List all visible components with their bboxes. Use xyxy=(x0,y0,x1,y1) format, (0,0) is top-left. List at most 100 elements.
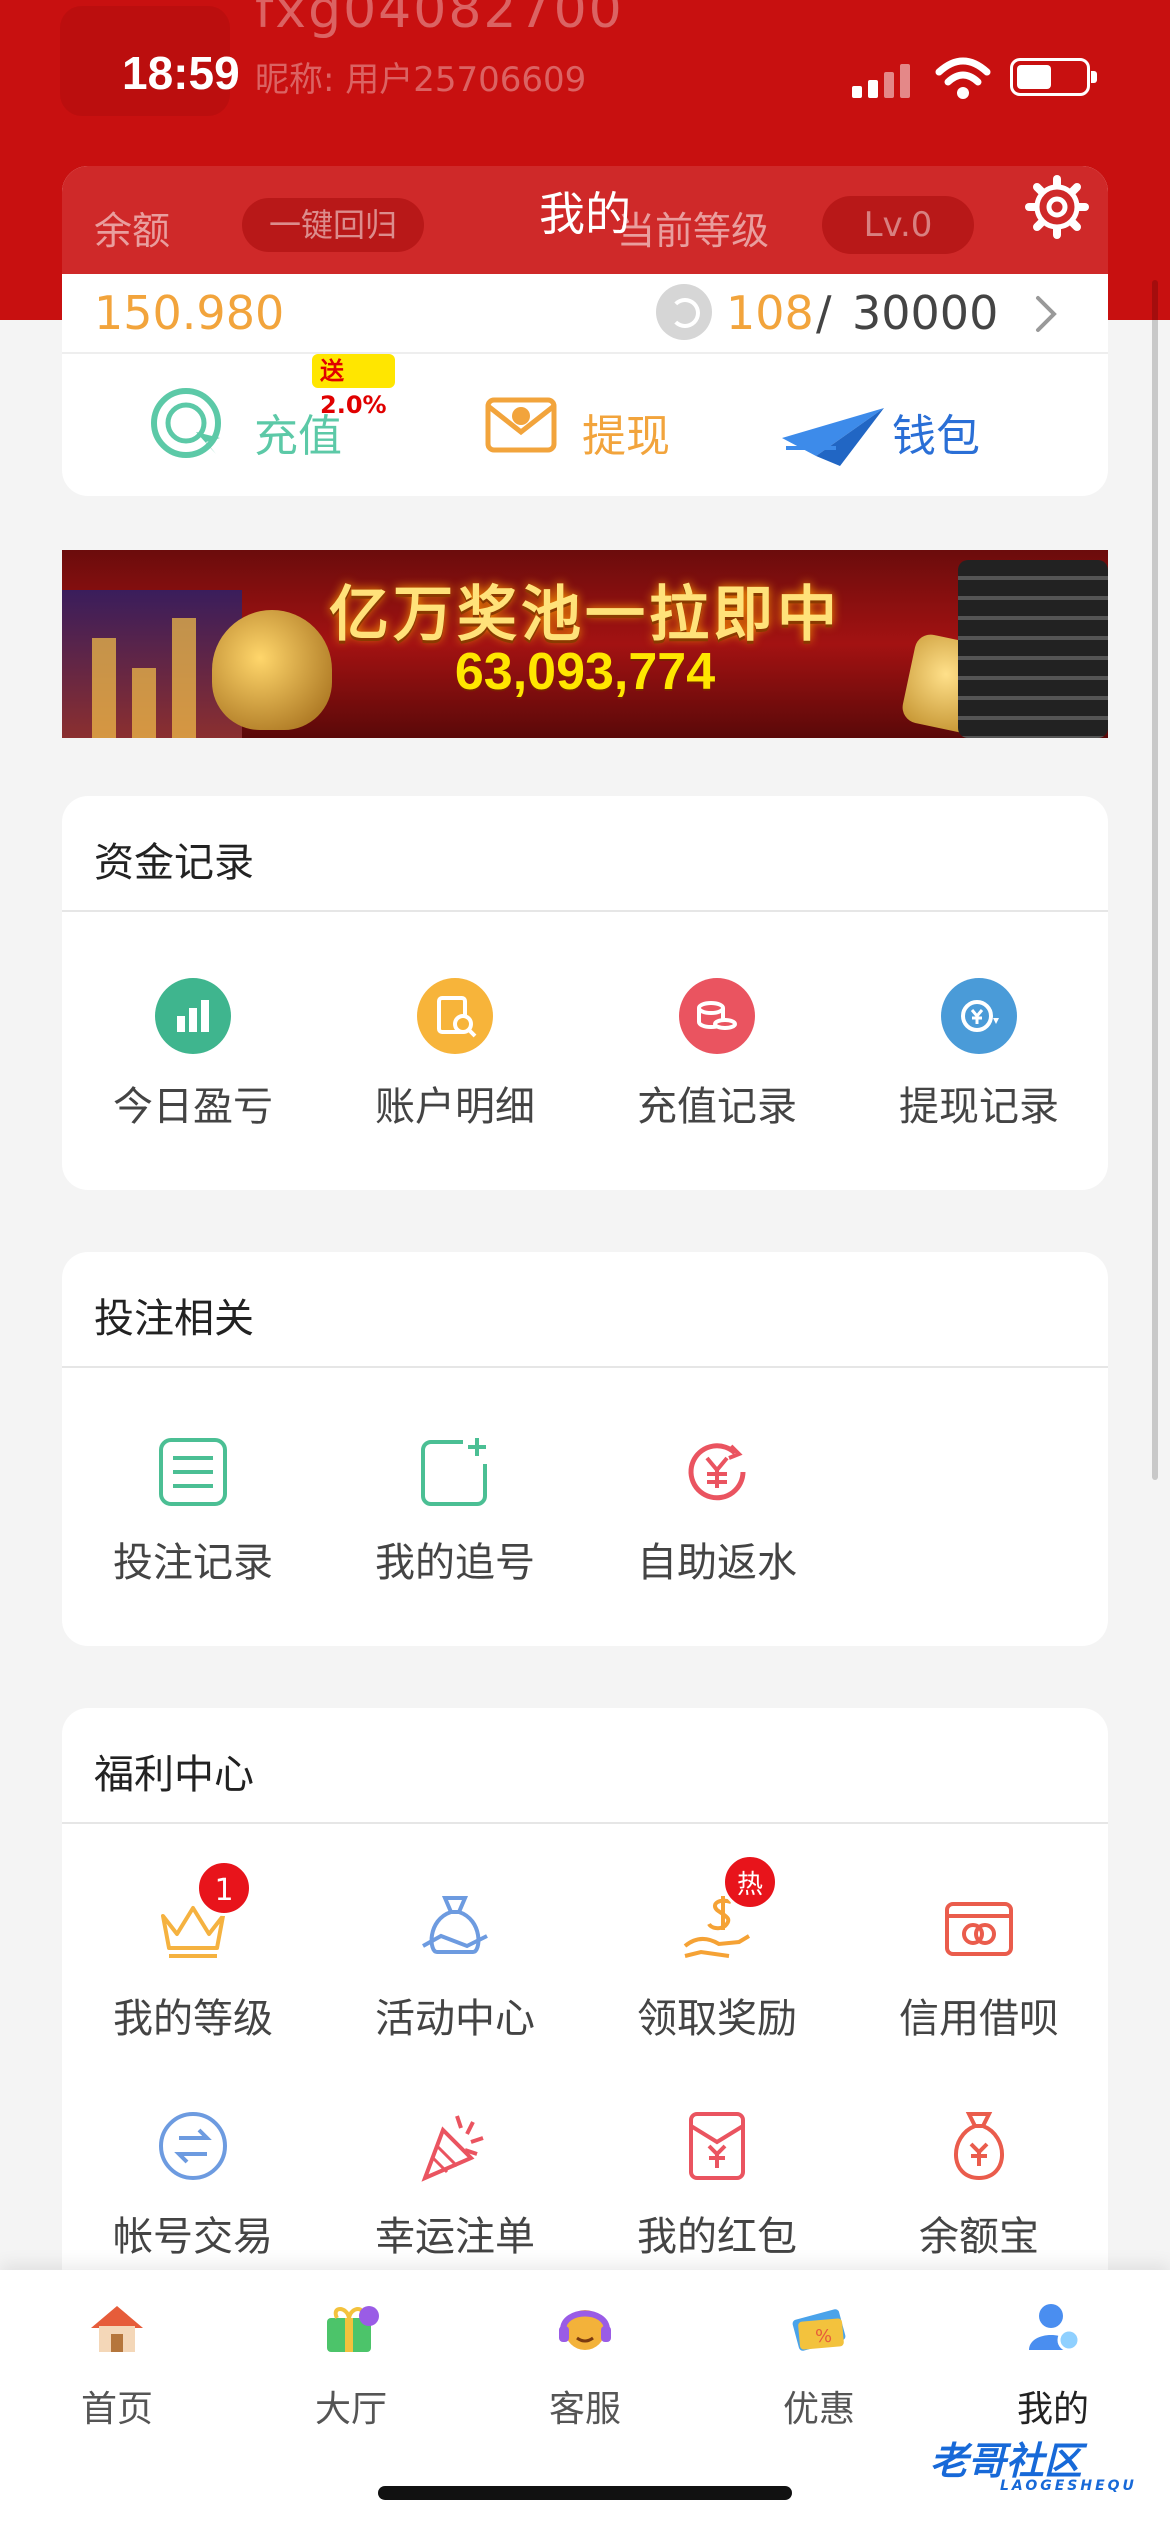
divider xyxy=(62,910,1108,912)
cellular-signal-icon xyxy=(852,62,912,98)
red-envelope-icon xyxy=(689,2112,745,2180)
tab-support[interactable]: 客服 xyxy=(468,2298,702,2448)
grid-item-self-rebate[interactable]: 自助返水 xyxy=(586,1434,848,1594)
exp-separator: / xyxy=(816,286,832,340)
grid-label: 账户明细 xyxy=(375,1084,535,1130)
grid-label: 今日盈亏 xyxy=(113,1084,273,1130)
battery-icon xyxy=(1010,58,1097,96)
svg-text:%: % xyxy=(815,2326,832,2347)
jackpot-amount: 63,093,774 xyxy=(454,643,716,701)
grid-label: 活动中心 xyxy=(375,1996,535,2042)
grid-label: 帐号交易 xyxy=(113,2214,273,2260)
grid-label: 我的等级 xyxy=(113,1996,273,2042)
grid-item-account-detail[interactable]: 账户明细 xyxy=(324,978,586,1138)
jackpot-banner[interactable]: 亿万奖池一拉即中 63,093,774 xyxy=(62,550,1108,738)
tab-label: 优惠 xyxy=(782,2389,855,2430)
recharge-icon xyxy=(151,388,221,458)
grid-label: 提现记录 xyxy=(899,1084,1059,1130)
yuan-refresh-icon xyxy=(688,1443,746,1501)
card-icon xyxy=(945,1902,1013,1956)
grid-label: 投注记录 xyxy=(113,1540,273,1586)
tab-promotions[interactable]: % 优惠 xyxy=(702,2298,936,2448)
section-title: 投注相关 xyxy=(94,1296,254,1342)
welfare-section: 福利中心 1 我的等级 活动中心 热 领取奖励 信用借呗 帐号交易 幸运注单 我… xyxy=(62,1708,1108,2308)
lobby-gift-icon xyxy=(327,2306,379,2352)
grid-label: 信用借呗 xyxy=(899,1996,1059,2042)
grid-item-credit-loan[interactable]: 信用借呗 xyxy=(848,1890,1108,2050)
support-icon xyxy=(559,2310,611,2350)
grid-item-account-trade[interactable]: 帐号交易 xyxy=(62,2108,324,2268)
tab-lobby[interactable]: 大厅 xyxy=(234,2298,468,2448)
grid-item-my-red-envelope[interactable]: 我的红包 xyxy=(586,2108,848,2268)
grid-item-my-chase[interactable]: 我的追号 xyxy=(324,1434,586,1594)
grid-label: 我的红包 xyxy=(637,2214,797,2260)
grid-item-yuebao[interactable]: 余额宝 xyxy=(848,2108,1108,2268)
watermark-subtext: LAOGESHEQU xyxy=(1000,2478,1137,2494)
exp-current: 108 xyxy=(726,286,814,340)
home-icon xyxy=(91,2306,143,2352)
gift-bag-icon xyxy=(422,1896,488,1954)
swap-icon xyxy=(159,2112,227,2180)
withdraw-label: 提现 xyxy=(582,411,670,462)
recharge-promo-tag: 送2.0% xyxy=(312,354,395,419)
exp-max: 30000 xyxy=(852,286,999,340)
grid-item-recharge-record[interactable]: 充值记录 xyxy=(586,978,848,1138)
tab-label: 大厅 xyxy=(314,2389,387,2430)
grid-item-today-profit[interactable]: 今日盈亏 xyxy=(62,978,324,1138)
status-bar: 18:59 xyxy=(0,0,1170,150)
withdraw-button[interactable]: 提现 xyxy=(476,378,676,468)
profile-icon xyxy=(1029,2304,1081,2352)
chart-icon xyxy=(155,978,231,1054)
grid-label: 余额宝 xyxy=(919,2214,1039,2260)
coupon-icon: % xyxy=(792,2309,846,2351)
settings-gear-icon[interactable] xyxy=(1024,174,1090,240)
party-popper-icon xyxy=(421,2115,484,2182)
scrollbar[interactable] xyxy=(1152,280,1158,1480)
yuan-exchange-icon xyxy=(941,978,1017,1054)
grid-label: 幸运注单 xyxy=(375,2214,535,2260)
banner-title: 亿万奖池一拉即中 xyxy=(329,580,841,650)
recharge-button[interactable]: 充值 送2.0% xyxy=(144,354,395,468)
add-square-icon xyxy=(421,1438,487,1506)
notification-badge: 1 xyxy=(196,1860,252,1916)
tab-mine[interactable]: 我的 xyxy=(936,2298,1170,2448)
grid-item-my-level[interactable]: 1 我的等级 xyxy=(62,1860,324,2050)
tab-label: 客服 xyxy=(548,2389,621,2430)
grid-item-bet-record[interactable]: 投注记录 xyxy=(62,1434,324,1594)
coins-icon xyxy=(679,978,755,1054)
tab-label: 我的 xyxy=(1016,2389,1089,2430)
wallet-icon xyxy=(782,408,884,466)
divider xyxy=(62,1366,1108,1368)
status-time: 18:59 xyxy=(122,47,240,99)
watermark-text: 老哥社区 xyxy=(930,2439,1083,2483)
grid-label: 领取奖励 xyxy=(637,1996,797,2042)
refresh-icon[interactable] xyxy=(656,284,712,340)
grid-item-lucky-bet[interactable]: 幸运注单 xyxy=(324,2108,586,2268)
grid-item-withdraw-record[interactable]: 提现记录 xyxy=(848,978,1108,1138)
grid-item-activity-center[interactable]: 活动中心 xyxy=(324,1890,586,2050)
grid-label: 我的追号 xyxy=(375,1540,535,1586)
grid-label: 充值记录 xyxy=(637,1084,797,1130)
withdraw-icon xyxy=(485,397,557,453)
divider xyxy=(62,1822,1108,1824)
betting-section: 投注相关 投注记录 我的追号 自助返水 xyxy=(62,1252,1108,1646)
wallet-button[interactable]: 钱包 xyxy=(780,378,1000,468)
section-title: 福利中心 xyxy=(94,1752,254,1798)
hot-badge: 热 xyxy=(722,1854,778,1910)
grid-item-claim-reward[interactable]: 热 领取奖励 xyxy=(586,1854,848,2050)
watermark-logo: 老哥社区 LAOGESHEQU xyxy=(930,2430,1160,2506)
page-title: 我的 xyxy=(539,187,631,241)
wallet-label: 钱包 xyxy=(892,411,980,462)
home-indicator[interactable] xyxy=(378,2486,792,2500)
grid-label: 自助返水 xyxy=(637,1540,797,1586)
section-title: 资金记录 xyxy=(94,840,254,886)
balance-value: 150.980 xyxy=(94,286,285,340)
money-bag-icon xyxy=(954,2112,1004,2181)
list-icon xyxy=(159,1438,227,1506)
tab-label: 首页 xyxy=(80,2389,153,2430)
balance-row[interactable]: 150.980 108 / 30000 xyxy=(62,274,1108,354)
chevron-right-icon[interactable] xyxy=(1032,294,1060,334)
account-actions: 充值 送2.0% 提现 钱包 xyxy=(62,354,1108,496)
wifi-icon xyxy=(935,57,991,99)
tab-home[interactable]: 首页 xyxy=(0,2298,234,2448)
